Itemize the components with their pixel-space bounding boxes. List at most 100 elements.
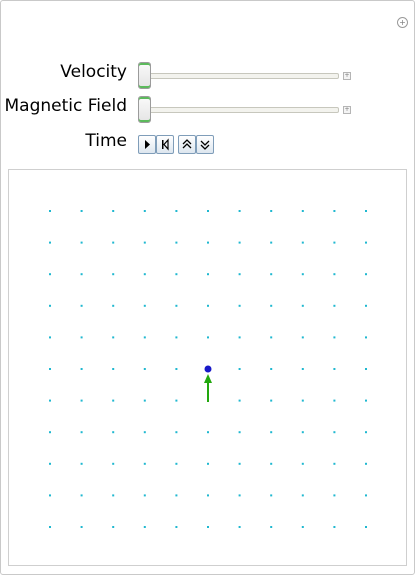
field-point <box>143 273 146 276</box>
field-point <box>207 336 209 339</box>
field-point <box>112 304 115 307</box>
field-point <box>365 431 367 434</box>
faster-icon <box>182 139 192 149</box>
field-point <box>238 273 241 276</box>
field-point <box>49 336 51 339</box>
field-point <box>207 210 209 212</box>
field-point <box>49 462 51 465</box>
field-point <box>112 273 115 276</box>
field-point <box>175 273 178 276</box>
faster-button[interactable] <box>178 135 196 154</box>
field-point <box>112 210 115 212</box>
field-point <box>365 210 367 212</box>
field-point <box>49 431 51 434</box>
velocity-label: Velocity <box>60 62 127 82</box>
field-point <box>207 526 209 528</box>
field-point <box>112 494 115 497</box>
field-point <box>301 368 304 370</box>
field-point <box>270 241 273 244</box>
field-point <box>301 399 304 402</box>
field-point <box>49 210 51 212</box>
time-label: Time <box>85 131 127 151</box>
field-point <box>80 526 83 528</box>
field-point <box>143 241 146 244</box>
field-point <box>112 462 115 465</box>
field-point <box>301 241 304 244</box>
field-point <box>333 304 336 307</box>
field-point <box>112 526 115 528</box>
field-point <box>333 241 336 244</box>
field-point <box>270 336 273 339</box>
step-back-icon <box>162 138 169 151</box>
field-point <box>80 273 83 276</box>
field-point <box>333 431 336 434</box>
field-point <box>270 462 273 465</box>
field-point <box>143 304 146 307</box>
field-point <box>112 336 115 339</box>
field-point <box>207 304 209 307</box>
field-point <box>270 368 273 370</box>
field-point <box>49 241 51 244</box>
velocity-slider[interactable] <box>138 62 339 89</box>
field-point <box>175 462 178 465</box>
field-point <box>238 304 241 307</box>
slower-button[interactable] <box>196 135 214 154</box>
field-point <box>238 399 241 402</box>
field-point <box>175 210 178 212</box>
field-point <box>270 210 273 212</box>
field-point <box>270 494 273 497</box>
magnetic-field-label: Magnetic Field <box>4 96 128 116</box>
field-point <box>301 526 304 528</box>
field-point <box>333 336 336 339</box>
field-point <box>80 431 83 434</box>
field-point <box>80 336 83 339</box>
field-point <box>238 210 241 212</box>
field-point <box>238 336 241 339</box>
step-back-button[interactable] <box>156 135 174 154</box>
field-point <box>238 241 241 244</box>
field-point <box>175 399 178 402</box>
field-point <box>175 526 178 528</box>
demonstration-panel: + Velocity + Magnetic Field + Time <box>0 0 415 575</box>
field-point <box>301 304 304 307</box>
field-point <box>80 210 83 212</box>
slower-icon <box>200 140 210 150</box>
field-point <box>365 241 367 244</box>
simulation-plot <box>8 169 407 566</box>
field-point <box>175 336 178 339</box>
field-point <box>333 399 336 402</box>
field-point <box>207 494 209 497</box>
field-point <box>207 241 209 244</box>
velocity-expand-icon[interactable]: + <box>343 72 351 80</box>
magnetic-field-expand-icon[interactable]: + <box>343 106 351 114</box>
magnetic-field-slider-thumb[interactable] <box>138 96 151 123</box>
field-point <box>365 494 367 497</box>
magnetic-field-slider[interactable] <box>138 96 339 123</box>
field-point <box>207 462 209 465</box>
field-point <box>49 526 51 528</box>
field-point <box>143 462 146 465</box>
field-point <box>333 494 336 497</box>
field-point <box>238 431 241 434</box>
field-point <box>270 431 273 434</box>
play-button[interactable] <box>138 135 156 154</box>
field-point <box>143 210 146 212</box>
field-point <box>301 210 304 212</box>
field-point <box>49 399 51 402</box>
field-point <box>301 336 304 339</box>
field-point <box>112 431 115 434</box>
velocity-slider-thumb[interactable] <box>138 62 151 89</box>
field-point <box>143 368 146 370</box>
field-point <box>238 494 241 497</box>
field-point <box>49 494 51 497</box>
field-point <box>143 494 146 497</box>
options-plus-icon[interactable]: + <box>397 17 408 28</box>
field-point <box>175 431 178 434</box>
charged-particle <box>204 365 212 373</box>
field-point <box>365 336 367 339</box>
field-point <box>175 304 178 307</box>
field-point <box>143 526 146 528</box>
field-point <box>365 368 367 370</box>
field-point <box>49 273 51 276</box>
field-point <box>112 399 115 402</box>
